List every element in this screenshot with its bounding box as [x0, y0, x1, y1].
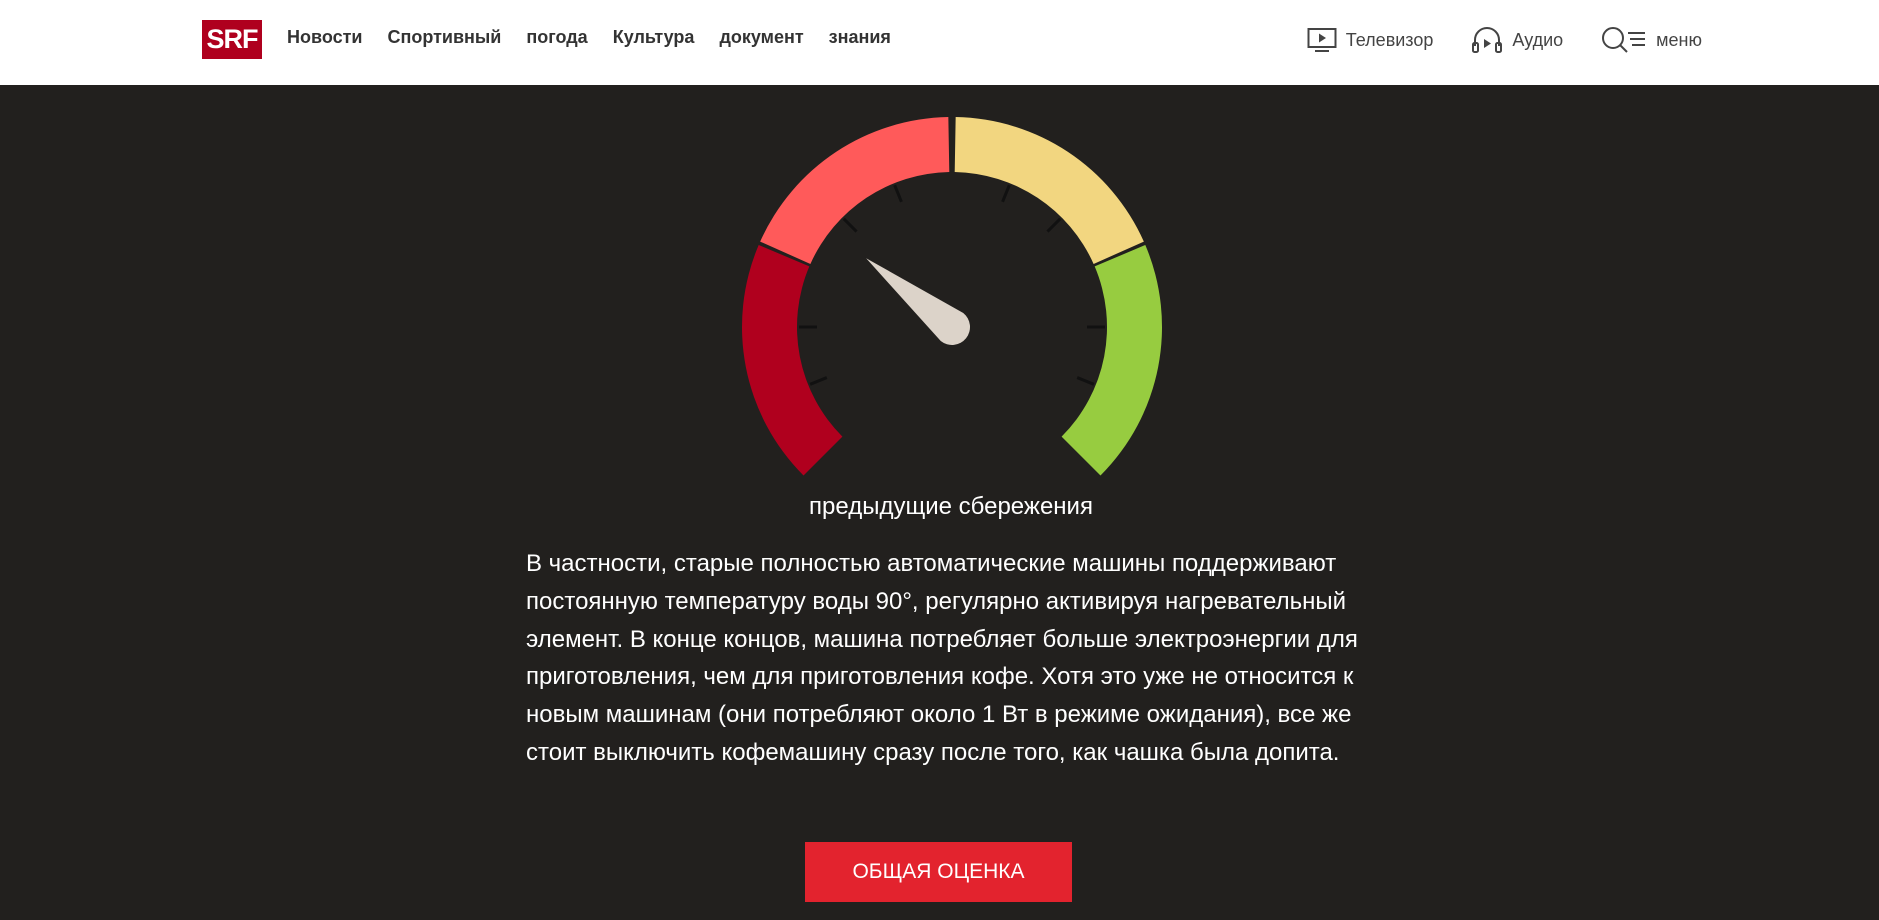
gauge-label: предыдущие сбережения: [809, 493, 1093, 520]
savings-gauge: [742, 117, 1162, 476]
main-nav: Новости Спортивный погода Культура докум…: [287, 27, 891, 48]
srf-logo[interactable]: SRF: [202, 20, 262, 59]
nav-item-weather[interactable]: погода: [526, 27, 587, 48]
gauge-tick: [1046, 217, 1062, 233]
headphones-play-icon: [1472, 27, 1503, 53]
nav-item-news[interactable]: Новости: [287, 27, 362, 48]
nav-item-knowledge[interactable]: знания: [829, 27, 891, 48]
media-nav: Телевизор Аудио меню: [1307, 25, 1702, 55]
tv-label: Телевизор: [1345, 29, 1434, 50]
gauge-segment-light-red: [760, 117, 950, 264]
overall-rating-button[interactable]: ОБЩАЯ ОЦЕНКА: [805, 842, 1072, 902]
tv-link[interactable]: Телевизор: [1307, 26, 1434, 54]
gauge-ticks: [799, 184, 1105, 386]
top-navigation-bar: SRF Новости Спортивный погода Культура д…: [0, 0, 1879, 85]
search-menu-icon: [1602, 27, 1646, 53]
gauge-tick: [1076, 376, 1095, 386]
audio-link[interactable]: Аудио: [1471, 26, 1563, 54]
gauge-tick: [1001, 184, 1011, 203]
article-paragraph: В частности, старые полностью автоматиче…: [526, 550, 1358, 766]
nav-item-culture[interactable]: Культура: [613, 27, 695, 48]
gauge-tick: [893, 184, 903, 203]
gauge-segment-yellow: [954, 117, 1144, 264]
gauge-segment-dark-red: [742, 244, 843, 476]
gauge-needle: [866, 258, 971, 346]
gauge-tick: [809, 376, 828, 386]
gauge-segment-green: [1061, 244, 1162, 476]
search-menu-button[interactable]: меню: [1601, 25, 1702, 55]
nav-item-documentary[interactable]: документ: [719, 27, 803, 48]
tv-play-icon: [1307, 28, 1337, 52]
menu-label: меню: [1656, 29, 1702, 50]
audio-label: Аудио: [1512, 29, 1564, 50]
gauge-tick: [842, 217, 858, 233]
nav-item-sport[interactable]: Спортивный: [387, 27, 501, 48]
